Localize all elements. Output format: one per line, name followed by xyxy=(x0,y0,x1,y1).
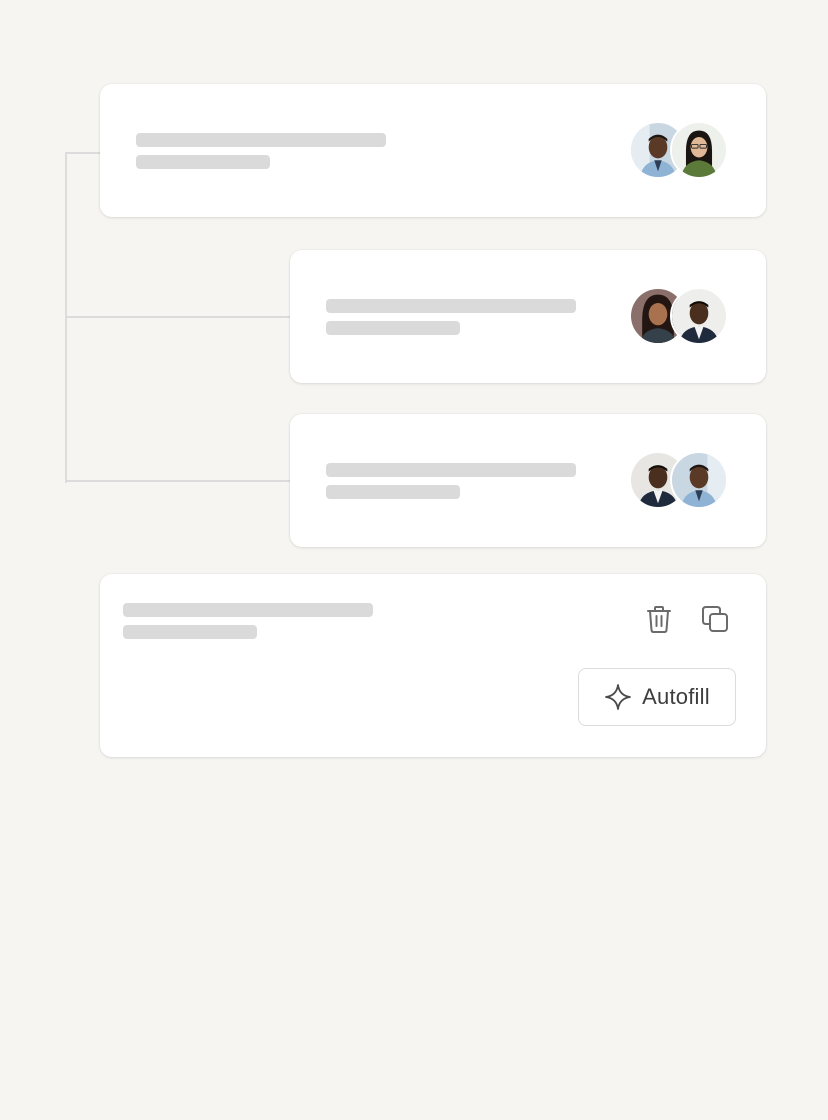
trash-icon xyxy=(645,604,673,639)
skeleton-subtitle-line xyxy=(123,625,257,639)
skeleton-title-line xyxy=(136,133,386,147)
avatar xyxy=(670,121,728,179)
autofill-label: Autofill xyxy=(642,684,710,709)
copy-icon xyxy=(700,604,730,639)
avatar xyxy=(670,451,728,509)
item-card-1[interactable] xyxy=(100,84,766,217)
skeleton-subtitle-line xyxy=(326,321,460,335)
item-card-2[interactable] xyxy=(290,250,766,383)
skeleton-title-line xyxy=(326,299,576,313)
sparkle-icon xyxy=(604,683,632,711)
skeleton-title-line xyxy=(326,463,576,477)
avatar xyxy=(670,287,728,345)
item-card-3[interactable] xyxy=(290,414,766,547)
autofill-button[interactable]: Autofill xyxy=(578,668,736,726)
skeleton-subtitle-line xyxy=(136,155,270,169)
delete-button[interactable] xyxy=(641,603,677,639)
editor-card: Autofill xyxy=(100,574,766,757)
skeleton-subtitle-line xyxy=(326,485,460,499)
skeleton-title-line xyxy=(123,603,373,617)
duplicate-button[interactable] xyxy=(697,603,733,639)
tree-connector-branch-2 xyxy=(65,316,291,318)
tree-connector-branch-1 xyxy=(65,152,101,154)
tree-connector-branch-3 xyxy=(65,480,291,482)
